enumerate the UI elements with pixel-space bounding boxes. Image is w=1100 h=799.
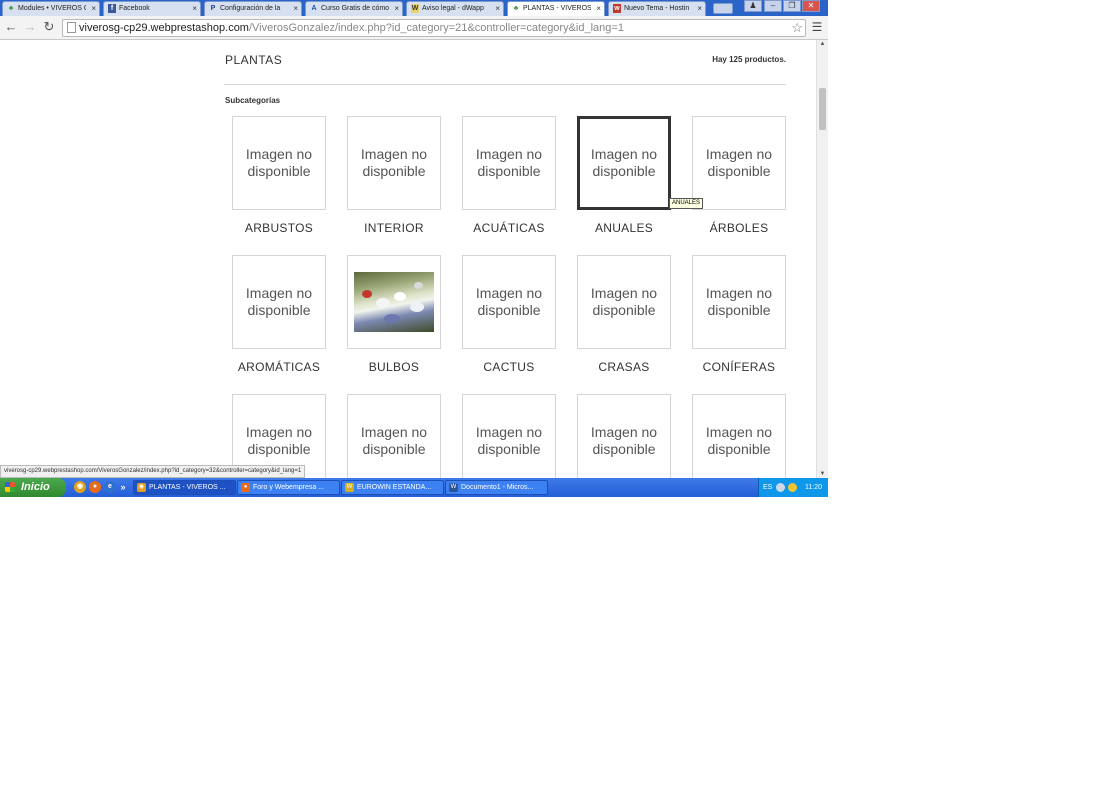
tab-curso-gratis[interactable]: A Curso Gratis de cómo × bbox=[305, 1, 403, 16]
word-icon: W bbox=[449, 483, 458, 492]
system-tray: ES 11:20 bbox=[758, 478, 828, 497]
ie-icon[interactable]: e bbox=[104, 481, 116, 493]
close-icon[interactable]: × bbox=[495, 2, 500, 15]
restore-icon[interactable]: ❐ bbox=[783, 0, 801, 12]
windows-logo-icon bbox=[5, 482, 15, 492]
close-icon[interactable]: × bbox=[91, 2, 96, 15]
subcategories-heading: Subcategorías bbox=[225, 96, 281, 105]
subcategory-image[interactable]: Imagen no disponible bbox=[577, 255, 671, 349]
chrome-icon: ◉ bbox=[137, 483, 146, 492]
user-icon[interactable]: ♟ bbox=[744, 0, 762, 12]
chrome-icon[interactable]: ◉ bbox=[74, 481, 86, 493]
subcategory-name[interactable]: ACUÁTICAS bbox=[452, 221, 566, 235]
subcategory-name[interactable]: CRASAS bbox=[567, 360, 681, 374]
network-icon[interactable] bbox=[776, 483, 785, 492]
page-icon: W bbox=[411, 4, 419, 13]
subcategory-image[interactable]: Imagen no disponible bbox=[347, 394, 441, 478]
tab-nuevo-tema[interactable]: w Nuevo Tema - Hostin × bbox=[608, 1, 706, 16]
start-button[interactable]: Inicio bbox=[0, 478, 66, 497]
tab-configuracion[interactable]: P Configuración de la × bbox=[204, 1, 302, 16]
subcategory-image[interactable]: Imagen no disponible bbox=[577, 116, 671, 210]
aulaclic-icon: A bbox=[311, 5, 317, 12]
back-arrow-icon[interactable]: ← bbox=[3, 19, 19, 35]
reload-icon[interactable]: ↻ bbox=[41, 19, 57, 35]
subcategory-image[interactable]: Imagen no disponible bbox=[692, 394, 786, 478]
forward-arrow-icon[interactable]: → bbox=[22, 19, 38, 35]
tab-strip: ♣ Modules • VIVEROS G × f Facebook × P C… bbox=[0, 0, 828, 16]
bulbs-photo bbox=[354, 272, 434, 332]
clock[interactable]: 11:20 bbox=[805, 478, 822, 497]
taskbar-window-documento[interactable]: W Documento1 - Micros... bbox=[445, 480, 548, 495]
tab-aviso-legal[interactable]: W Aviso legal - dWapp × bbox=[406, 1, 504, 16]
prestashop-icon: ♣ bbox=[8, 5, 14, 12]
language-indicator[interactable]: ES bbox=[763, 478, 772, 497]
scroll-up-icon[interactable]: ▲ bbox=[818, 41, 827, 47]
firefox-icon: ● bbox=[241, 483, 250, 492]
address-url: viverosg-cp29.webprestashop.com/ViverosG… bbox=[79, 22, 624, 34]
prestashop-icon: ♣ bbox=[513, 5, 519, 12]
scrollbar-thumb[interactable] bbox=[819, 88, 826, 130]
subcategory-image[interactable]: Imagen no disponible bbox=[462, 255, 556, 349]
close-icon[interactable]: × bbox=[697, 2, 702, 15]
close-window-icon[interactable]: ✕ bbox=[802, 0, 820, 12]
subcategory-image[interactable]: Imagen no disponible bbox=[692, 116, 786, 210]
subcategory-name[interactable]: ANUALES bbox=[567, 221, 681, 235]
heading-divider bbox=[224, 84, 786, 85]
close-icon[interactable]: × bbox=[192, 2, 197, 15]
address-bar[interactable]: viverosg-cp29.webprestashop.com/ViverosG… bbox=[62, 19, 806, 37]
tab-plantas[interactable]: ♣ PLANTAS - VIVEROS × bbox=[507, 1, 605, 16]
subcategory-name[interactable]: ÁRBOLES bbox=[682, 221, 796, 235]
subcategory-image[interactable]: Imagen no disponible bbox=[462, 116, 556, 210]
subcategory-name[interactable]: AROMÁTICAS bbox=[222, 360, 336, 374]
taskbar-window-foro[interactable]: ● Foro y Webempresa ... bbox=[237, 480, 340, 495]
subcategory-name[interactable]: BULBOS bbox=[337, 360, 451, 374]
taskbar-window-eurowin[interactable]: W EUROWIN ESTANDA... bbox=[341, 480, 444, 495]
subcategory-name[interactable]: CACTUS bbox=[452, 360, 566, 374]
taskbar-window-plantas[interactable]: ◉ PLANTAS - VIVEROS ... bbox=[133, 480, 236, 495]
subcategory-image[interactable] bbox=[347, 255, 441, 349]
paypal-icon: P bbox=[210, 5, 216, 12]
bookmark-star-icon[interactable]: ☆ bbox=[791, 20, 803, 35]
subcategory-image[interactable]: Imagen no disponible bbox=[577, 394, 671, 478]
category-title: PLANTAS bbox=[225, 53, 283, 67]
eurowin-icon: W bbox=[345, 483, 354, 492]
close-icon[interactable]: × bbox=[394, 2, 399, 15]
status-url: viverosg-cp29.webprestashop.com/ViverosG… bbox=[0, 465, 306, 478]
subcategory-name[interactable]: CONÍFERAS bbox=[682, 360, 796, 374]
subcategory-name[interactable]: INTERIOR bbox=[337, 221, 451, 235]
scroll-down-icon[interactable]: ▼ bbox=[818, 471, 827, 477]
webempresa-icon: w bbox=[613, 4, 621, 13]
subcategory-image[interactable]: Imagen no disponible bbox=[462, 394, 556, 478]
subcategory-image[interactable]: Imagen no disponible bbox=[232, 116, 326, 210]
subcategory-name[interactable]: ARBUSTOS bbox=[222, 221, 336, 235]
subcategory-image[interactable]: Imagen no disponible bbox=[692, 255, 786, 349]
minimize-icon[interactable]: – bbox=[764, 0, 782, 12]
browser-toolbar: ← → ↻ viverosg-cp29.webprestashop.com/Vi… bbox=[0, 16, 828, 40]
browser-window: ♣ Modules • VIVEROS G × f Facebook × P C… bbox=[0, 0, 828, 497]
quick-launch-more[interactable]: » bbox=[119, 481, 127, 493]
tab-modules[interactable]: ♣ Modules • VIVEROS G × bbox=[2, 1, 100, 16]
facebook-icon: f bbox=[108, 4, 116, 13]
page-icon bbox=[67, 22, 76, 33]
messenger-icon[interactable] bbox=[788, 483, 797, 492]
product-count: Hay 125 productos. bbox=[712, 55, 786, 64]
new-tab-button[interactable] bbox=[713, 3, 733, 14]
hover-tooltip: ANUALES bbox=[669, 198, 704, 209]
tab-facebook[interactable]: f Facebook × bbox=[103, 1, 201, 16]
page-content: PLANTAS Hay 125 productos. Subcategorías… bbox=[0, 40, 816, 478]
menu-icon[interactable]: ☰ bbox=[810, 19, 824, 35]
windows-taskbar: Inicio ◉ ● e » ◉ PLANTAS - VIVEROS ... ●… bbox=[0, 478, 828, 497]
firefox-icon[interactable]: ● bbox=[89, 481, 101, 493]
subcategory-image[interactable]: Imagen no disponible bbox=[347, 116, 441, 210]
close-icon[interactable]: × bbox=[596, 2, 601, 15]
close-icon[interactable]: × bbox=[293, 2, 298, 15]
vertical-scrollbar[interactable]: ▲ ▼ bbox=[816, 40, 828, 478]
subcategory-image[interactable]: Imagen no disponible bbox=[232, 255, 326, 349]
